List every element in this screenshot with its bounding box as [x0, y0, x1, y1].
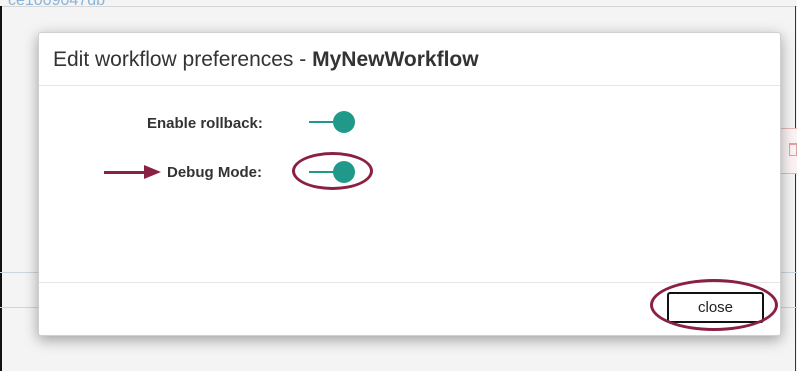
annotation-arrow-line: [104, 171, 146, 174]
toggle-knob: [333, 161, 355, 183]
workflow-name: MyNewWorkflow: [312, 48, 479, 71]
dialog-title: Edit workflow preferences - MyNewWorkflo…: [53, 48, 479, 72]
dialog-header: Edit workflow preferences - MyNewWorkflo…: [39, 33, 780, 86]
dialog-title-prefix: Edit workflow preferences -: [53, 48, 313, 71]
toggle-knob: [333, 111, 355, 133]
trash-icon: [789, 143, 797, 156]
annotation-arrow-head-icon: [144, 165, 161, 179]
enable-rollback-label: Enable rollback:: [147, 115, 263, 132]
close-button[interactable]: close: [667, 292, 764, 323]
workflow-preferences-dialog: Edit workflow preferences - MyNewWorkflo…: [38, 32, 781, 336]
debug-mode-label: Debug Mode:: [167, 164, 262, 181]
enable-rollback-toggle[interactable]: [309, 110, 357, 134]
dialog-footer-divider: [39, 282, 780, 283]
debug-mode-toggle[interactable]: [309, 160, 357, 184]
